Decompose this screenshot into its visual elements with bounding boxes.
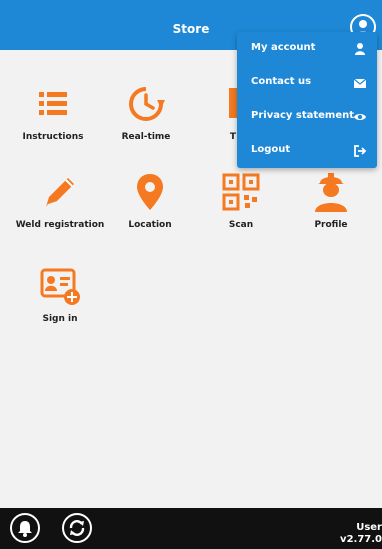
grid-item-instructions[interactable]: Instructions (8, 82, 98, 142)
sync-button[interactable] (62, 513, 92, 543)
worker-helmet-icon (315, 173, 347, 212)
grid-item-label: Sign in (42, 314, 78, 324)
user-label: User (356, 522, 382, 533)
menu-item-label: Privacy statement (251, 110, 355, 121)
list-icon (39, 92, 67, 115)
menu-item-label: Contact us (251, 76, 312, 87)
envelope-icon (353, 78, 367, 88)
sync-icon (69, 520, 85, 536)
grid-item-weld-registration[interactable]: Weld registration (15, 170, 105, 230)
menu-item-contact-us[interactable]: Contact us (237, 66, 377, 100)
grid-item-profile[interactable]: Profile (286, 170, 376, 230)
id-card-add-icon (40, 268, 80, 305)
logout-icon (354, 145, 367, 157)
grid-item-real-time[interactable]: Real-time (101, 82, 191, 142)
footer-bar: User v2.77.0 (0, 508, 382, 549)
grid-item-label: Profile (314, 220, 348, 230)
account-dropdown-menu: My account Contact us Privacy statement … (237, 32, 377, 168)
qr-code-icon (222, 173, 260, 211)
grid-item-label: Location (128, 220, 172, 230)
menu-item-privacy-statement[interactable]: Privacy statement (237, 100, 377, 134)
grid-item-label: Instructions (22, 132, 84, 142)
eye-icon (354, 114, 366, 120)
version-label: v2.77.0 (340, 534, 382, 545)
grid-item-label: Real-time (121, 132, 171, 142)
menu-item-my-account[interactable]: My account (237, 32, 377, 66)
bell-icon (18, 521, 32, 537)
grid-item-scan[interactable]: Scan (196, 170, 286, 230)
clock-refresh-icon (129, 87, 165, 121)
user-icon (355, 43, 365, 55)
grid-item-label: Scan (228, 220, 254, 230)
grid-item-label: Weld registration (15, 220, 105, 230)
menu-item-label: Logout (251, 144, 291, 155)
grid-item-sign-in[interactable]: Sign in (15, 264, 105, 324)
pencil-icon (46, 178, 74, 207)
menu-item-logout[interactable]: Logout (237, 134, 377, 168)
user-version-info: User v2.77.0 (340, 522, 382, 546)
grid-item-location[interactable]: Location (105, 170, 195, 230)
menu-item-label: My account (251, 42, 316, 53)
map-pin-icon (137, 174, 163, 210)
notifications-button[interactable] (10, 513, 40, 543)
